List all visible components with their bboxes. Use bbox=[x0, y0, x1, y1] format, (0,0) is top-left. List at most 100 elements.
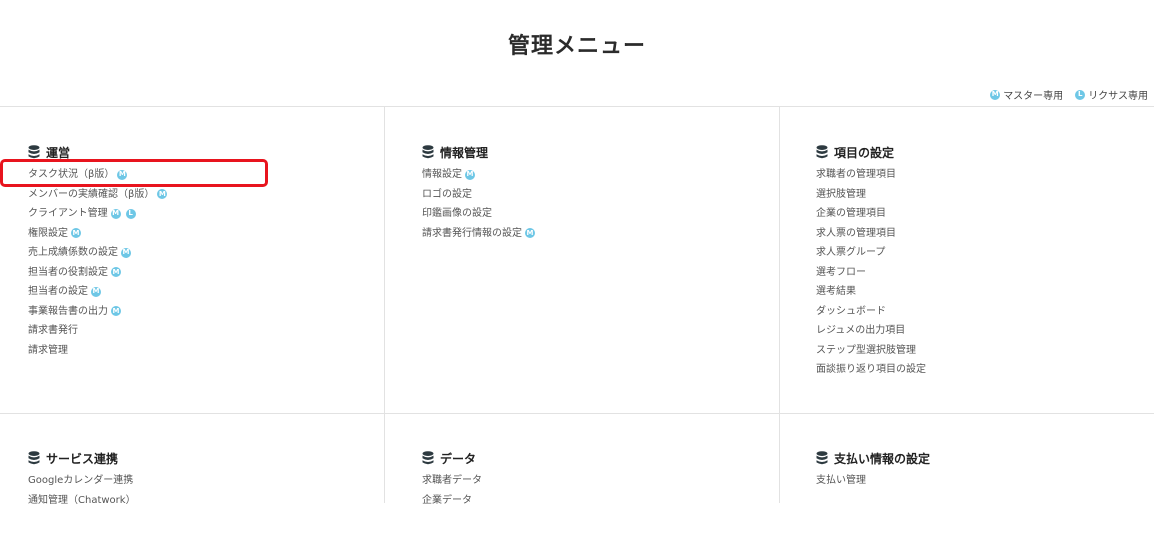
menu-item[interactable]: 権限設定 M bbox=[28, 224, 169, 244]
menu-item[interactable]: 企業の管理項目 bbox=[816, 204, 926, 224]
menu-item-label: 企業データ bbox=[422, 494, 472, 506]
section-title-label: データ bbox=[440, 451, 477, 466]
menu-item[interactable]: 求人票グループ bbox=[816, 243, 926, 263]
menu-item[interactable]: Googleカレンダー連携 bbox=[28, 471, 136, 491]
section-title: 運営 bbox=[28, 144, 169, 160]
menu-item-label: 売上成績係数の設定 bbox=[28, 247, 118, 258]
menu-item-label: 事業報告書の出力 bbox=[28, 305, 108, 317]
menu-item[interactable]: ダッシュボード bbox=[816, 302, 926, 322]
menu-item[interactable]: ステップ型選択肢管理 bbox=[816, 341, 926, 361]
legend-master-label: マスター専用 bbox=[1003, 91, 1064, 102]
section-title: サービス連携 bbox=[28, 450, 136, 466]
menu-item[interactable]: クライアント管理 M L bbox=[28, 204, 169, 224]
menu-item-label: 請求管理 bbox=[28, 344, 68, 356]
menu-item-label: 請求書発行情報の設定 bbox=[422, 227, 522, 239]
database-icon bbox=[28, 451, 40, 465]
database-icon bbox=[816, 145, 828, 159]
section-title-label: 運営 bbox=[46, 145, 71, 160]
menu-item-label: ダッシュボード bbox=[816, 305, 886, 317]
menu-item-label: 印鑑画像の設定 bbox=[422, 208, 492, 219]
section-title-label: 項目の設定 bbox=[834, 145, 895, 160]
menu-item[interactable]: 請求管理 bbox=[28, 341, 169, 361]
row-divider bbox=[0, 413, 1154, 414]
database-icon bbox=[422, 145, 434, 159]
menu-item-label: 通知管理（Chatwork） bbox=[28, 494, 136, 506]
menu-item[interactable]: 求職者の管理項目 bbox=[816, 165, 926, 185]
column-divider bbox=[384, 107, 385, 503]
menu-item[interactable]: 売上成績係数の設定 M bbox=[28, 243, 169, 263]
section-title: 項目の設定 bbox=[816, 144, 926, 160]
section-title: データ bbox=[422, 450, 482, 466]
menu-item[interactable]: 企業データ bbox=[422, 491, 482, 511]
menu-item[interactable]: 選択肢管理 bbox=[816, 185, 926, 205]
master-badge-icon: M bbox=[990, 89, 1001, 100]
section-title-label: 情報管理 bbox=[440, 145, 489, 160]
menu-item-label: 求人票グループ bbox=[816, 247, 886, 258]
master-badge-icon: M bbox=[111, 267, 121, 278]
menu-item[interactable]: 支払い管理 bbox=[816, 471, 930, 491]
database-icon bbox=[422, 451, 434, 465]
master-badge-icon: M bbox=[121, 247, 131, 258]
master-badge-icon: M bbox=[110, 208, 121, 219]
menu-item-label: クライアント管理 bbox=[28, 208, 108, 219]
legend-recuses: L リクサス専用 bbox=[1075, 87, 1148, 102]
menu-item-label: ロゴの設定 bbox=[422, 188, 472, 200]
master-badge-icon: M bbox=[157, 189, 168, 200]
menu-item[interactable]: メンバーの実績確認（β版） M bbox=[28, 185, 169, 205]
menu-item[interactable]: 担当者の役割設定 M bbox=[28, 263, 169, 283]
menu-item-label: レジュメの出力項目 bbox=[816, 325, 906, 336]
master-badge-icon: M bbox=[525, 228, 535, 239]
menu-item-label: メンバーの実績確認（β版） bbox=[28, 188, 155, 200]
menu-item[interactable]: 求人票の管理項目 bbox=[816, 224, 926, 244]
menu-item-label: 担当者の役割設定 bbox=[28, 266, 108, 278]
menu-item[interactable]: レジュメの出力項目 bbox=[816, 321, 926, 341]
menu-item[interactable]: 請求書発行 bbox=[28, 321, 169, 341]
database-icon bbox=[816, 451, 828, 465]
column-divider bbox=[779, 107, 780, 503]
menu-item[interactable]: 選考フロー bbox=[816, 263, 926, 283]
section-title-label: 支払い情報の設定 bbox=[834, 451, 931, 466]
menu-item[interactable]: 通知管理（Chatwork） bbox=[28, 491, 136, 511]
section-item-settings: 項目の設定求職者の管理項目 選択肢管理企業の管理項目 求人票の管理項目 求人票グループ… bbox=[816, 144, 926, 380]
menu-item-label: 請求書発行 bbox=[28, 325, 78, 336]
menu-item-label: 選択肢管理 bbox=[816, 188, 866, 200]
menu-item-label: 権限設定 bbox=[28, 227, 68, 239]
menu-item[interactable]: 求職者データ bbox=[422, 471, 482, 491]
menu-item-label: 企業の管理項目 bbox=[816, 208, 886, 219]
menu-item-label: 求職者データ bbox=[422, 475, 482, 486]
section-info-management: 情報管理 情報設定 M ロゴの設定 印鑑画像の設定 請求書発行情報の設定 M bbox=[422, 144, 537, 243]
master-badge-icon: M bbox=[465, 169, 475, 180]
menu-item[interactable]: 情報設定 M bbox=[422, 165, 537, 185]
menu-item[interactable]: 請求書発行情報の設定 M bbox=[422, 224, 537, 244]
section-title: 支払い情報の設定 bbox=[816, 450, 930, 466]
master-badge-icon: M bbox=[71, 228, 81, 239]
menu-item[interactable]: ロゴの設定 bbox=[422, 185, 537, 205]
menu-item[interactable]: 面談振り返り項目の設定 bbox=[816, 360, 926, 380]
menu-item-label: ステップ型選択肢管理 bbox=[816, 344, 916, 356]
menu-item-label: Googleカレンダー連携 bbox=[28, 475, 134, 486]
page-title: 管理メニュー bbox=[507, 34, 646, 59]
recuses-badge-icon: L bbox=[125, 208, 136, 219]
master-badge-icon: M bbox=[111, 306, 121, 317]
menu-item-label: 支払い管理 bbox=[816, 475, 866, 486]
recuses-badge-icon: L bbox=[1075, 89, 1086, 100]
menu-item[interactable]: 事業報告書の出力 M bbox=[28, 302, 169, 322]
menu-item-label: 求職者の管理項目 bbox=[816, 169, 896, 180]
section-title: 情報管理 bbox=[422, 144, 537, 160]
menu-item[interactable]: 選考結果 bbox=[816, 282, 926, 302]
master-badge-icon: M bbox=[91, 286, 101, 297]
legend-recuses-label: リクサス専用 bbox=[1088, 91, 1148, 102]
menu-item[interactable]: 印鑑画像の設定 bbox=[422, 204, 537, 224]
database-icon bbox=[28, 145, 40, 159]
menu-item-label: 面談振り返り項目の設定 bbox=[816, 364, 926, 375]
section-data: データ求職者データ 企業データ bbox=[422, 450, 482, 510]
menu-item-label: 情報設定 bbox=[422, 169, 462, 180]
menu-item-label: 選考フロー bbox=[816, 266, 866, 278]
menu-item[interactable]: 担当者の設定 M bbox=[28, 282, 169, 302]
menu-item-label: 担当者の設定 bbox=[28, 286, 88, 297]
menu-item-label: 求人票の管理項目 bbox=[816, 227, 896, 239]
menu-item-label: 選考結果 bbox=[816, 286, 856, 297]
section-title-label: サービス連携 bbox=[46, 451, 119, 466]
badge-legend: M マスター専用 L リクサス専用 bbox=[978, 87, 1148, 102]
highlight-box bbox=[0, 159, 268, 187]
